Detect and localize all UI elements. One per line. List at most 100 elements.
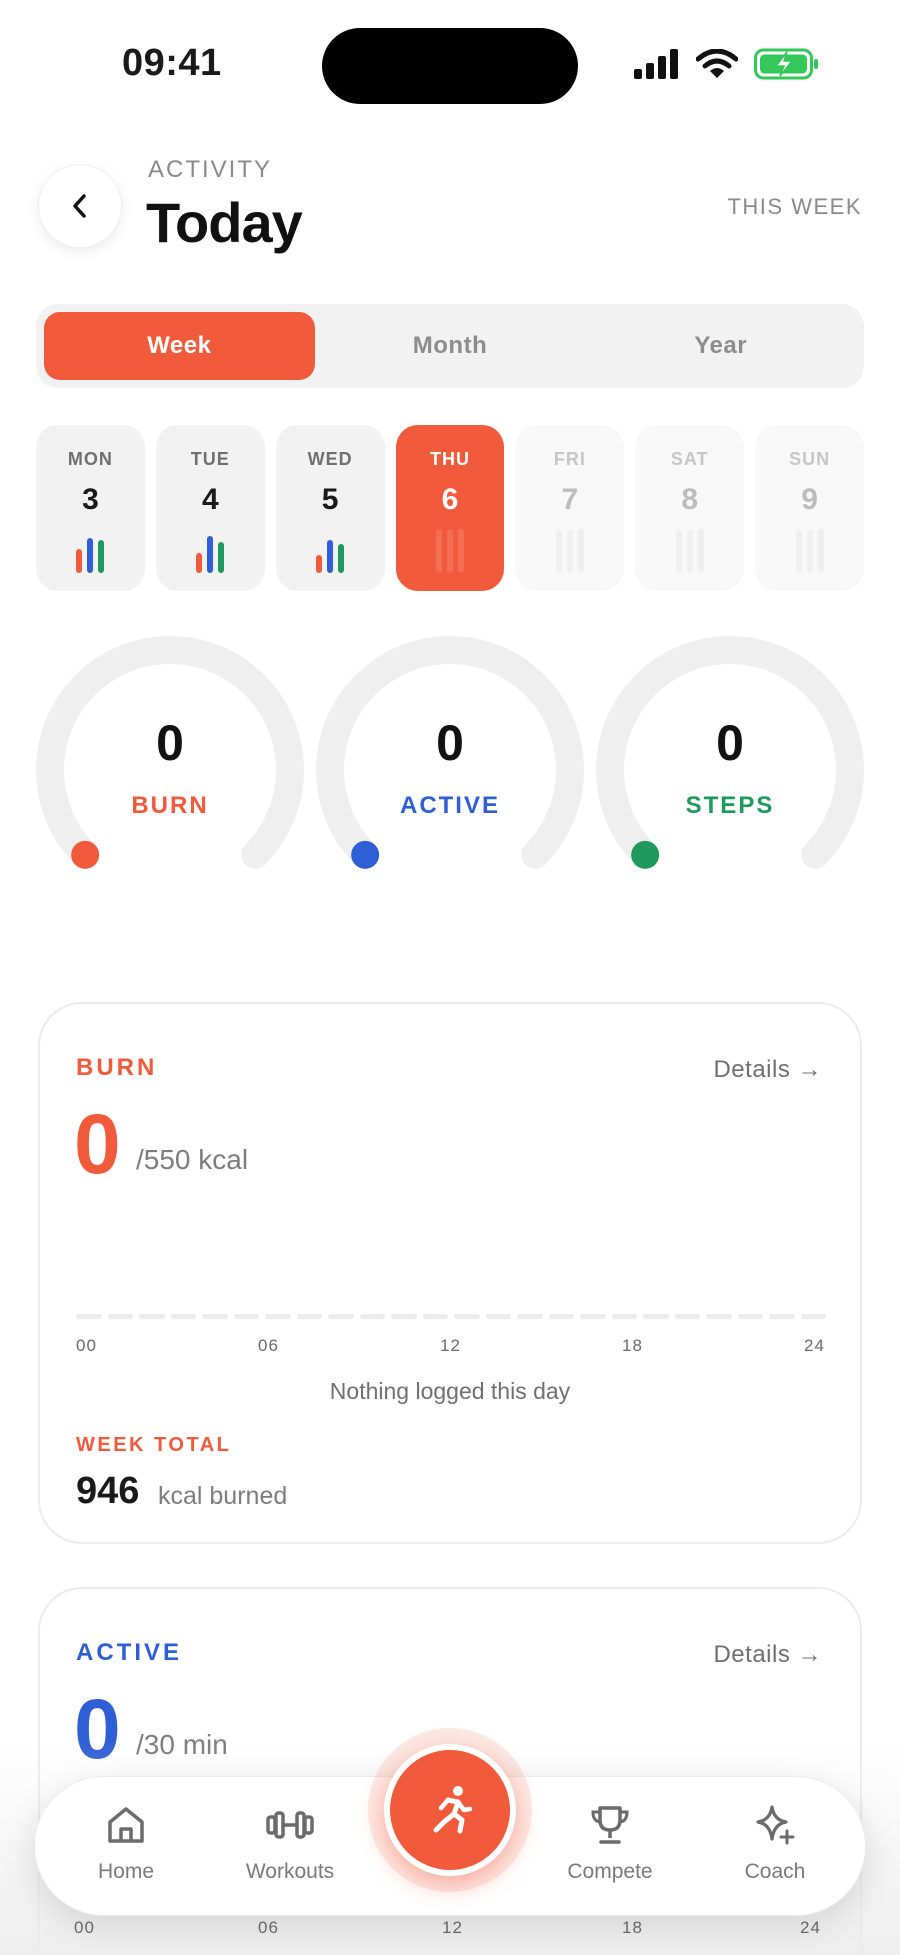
hour-segment xyxy=(139,1314,165,1319)
hour-segment xyxy=(706,1314,732,1319)
tick-label: 00 xyxy=(76,1336,97,1355)
status-time: 09:41 xyxy=(122,42,222,84)
ring-progress-dot xyxy=(351,840,380,869)
day-mini-bar xyxy=(98,540,105,573)
hour-segment xyxy=(769,1314,795,1319)
day-mini-bar xyxy=(556,529,562,573)
day-name: SUN xyxy=(789,449,831,469)
day-mini-bars xyxy=(36,529,145,573)
active-card-title: ACTIVE xyxy=(76,1639,183,1666)
day-mini-bar xyxy=(796,529,802,573)
hour-segment xyxy=(422,1314,448,1319)
active-ring[interactable]: 0 ACTIVE xyxy=(316,636,584,876)
hour-segment xyxy=(454,1314,480,1319)
day-number: 7 xyxy=(561,483,579,516)
day-tue[interactable]: TUE 4 xyxy=(155,425,265,591)
hour-segment xyxy=(800,1314,826,1319)
burn-value: 0 xyxy=(74,1097,121,1191)
day-mini-bar xyxy=(698,529,704,573)
active-time-axis: 00 06 12 18 24 xyxy=(74,1918,824,1942)
week-total-label: WEEK TOTAL xyxy=(76,1434,232,1456)
day-mini-bar xyxy=(447,529,453,573)
empty-state-message: Nothing logged this day xyxy=(329,1378,571,1404)
day-mini-bar xyxy=(338,544,345,573)
burn-ring[interactable]: 0 BURN xyxy=(36,636,304,876)
nav-home[interactable]: Home xyxy=(66,1803,186,1884)
day-wed[interactable]: WED 5 xyxy=(275,425,385,591)
hour-segment xyxy=(580,1314,606,1319)
tick-label: 06 xyxy=(258,1918,279,1937)
battery-charging-icon xyxy=(754,48,818,80)
burn-time-axis: 00 06 12 18 24 xyxy=(76,1336,826,1360)
day-sat[interactable]: SAT 8 xyxy=(635,425,745,591)
hour-segment xyxy=(328,1314,354,1319)
day-sun[interactable]: SUN 9 xyxy=(755,425,865,591)
day-mini-bars xyxy=(635,529,744,573)
start-workout-button[interactable] xyxy=(384,1744,516,1876)
day-number: 8 xyxy=(681,483,699,516)
burn-ring-value: 0 xyxy=(156,715,184,771)
steps-ring-value: 0 xyxy=(716,715,744,771)
day-mini-bars xyxy=(515,529,624,573)
hour-segment xyxy=(202,1314,228,1319)
day-number: 3 xyxy=(82,483,99,516)
trophy-icon xyxy=(591,1806,629,1844)
activity-rings: 0 BURN 0 ACTIVE 0 STEPS xyxy=(36,636,864,876)
tick-label: 00 xyxy=(74,1918,95,1937)
day-mini-bars xyxy=(755,529,864,573)
day-number: 5 xyxy=(321,483,339,516)
nav-compete[interactable]: Compete xyxy=(550,1803,670,1884)
day-mini-bars xyxy=(396,529,505,573)
burn-details-link[interactable]: Details → xyxy=(713,1056,822,1084)
period-segmented-control: Week Month Year xyxy=(36,304,864,388)
active-ring-value: 0 xyxy=(436,715,464,771)
hour-segment xyxy=(233,1314,259,1319)
steps-ring[interactable]: 0 STEPS xyxy=(596,636,864,876)
day-mini-bars xyxy=(156,529,265,573)
day-mini-bar xyxy=(436,529,442,573)
hour-segment xyxy=(265,1314,291,1319)
nav-coach[interactable]: Coach xyxy=(715,1803,835,1884)
sparkle-icon xyxy=(756,1805,795,1845)
day-thu[interactable]: THU 6 xyxy=(395,425,505,591)
day-number: 9 xyxy=(801,483,818,516)
day-mini-bar xyxy=(578,529,584,573)
tick-label: 06 xyxy=(258,1336,279,1355)
hour-segment xyxy=(296,1314,322,1319)
segment-week[interactable]: Week xyxy=(44,312,315,380)
segment-month[interactable]: Month xyxy=(315,312,586,380)
day-mini-bar xyxy=(567,529,573,573)
day-mini-bar xyxy=(818,529,824,573)
day-fri[interactable]: FRI 7 xyxy=(515,425,625,591)
nav-compete-label: Compete xyxy=(567,1860,653,1883)
dumbbell-icon xyxy=(266,1811,314,1839)
day-mon[interactable]: MON 3 xyxy=(36,425,145,591)
segment-year[interactable]: Year xyxy=(585,312,856,380)
day-name: TUE xyxy=(190,449,230,469)
tick-label: 24 xyxy=(804,1336,825,1355)
status-bar: 09:41 xyxy=(0,0,900,110)
this-week-link[interactable]: THIS WEEK xyxy=(727,194,862,220)
day-name: FRI xyxy=(553,449,586,469)
hour-segment xyxy=(674,1314,700,1319)
active-details-link[interactable]: Details → xyxy=(713,1641,822,1669)
day-strip: MON 3 TUE 4 WED 5 THU 6 FRI 7 SAT 8 SUN … xyxy=(36,425,865,591)
nav-home-label: Home xyxy=(97,1860,155,1883)
day-mini-bar xyxy=(218,542,225,573)
day-mini-bar xyxy=(807,529,813,573)
back-button[interactable] xyxy=(38,164,122,248)
page-title: Today xyxy=(146,191,303,254)
burn-goal: /550 kcal xyxy=(136,1144,249,1175)
hour-segment xyxy=(170,1314,196,1319)
wifi-icon xyxy=(696,49,738,78)
day-mini-bar xyxy=(87,538,94,573)
page-eyebrow: ACTIVITY xyxy=(148,156,273,183)
active-ring-label: ACTIVE xyxy=(399,792,500,819)
tick-label: 24 xyxy=(800,1918,821,1937)
cellular-signal-icon xyxy=(634,49,678,79)
burn-ring-label: BURN xyxy=(131,792,209,819)
day-number: 6 xyxy=(441,483,459,516)
hour-segment xyxy=(76,1314,102,1319)
day-mini-bar xyxy=(687,529,693,573)
nav-workouts[interactable]: Workouts xyxy=(230,1803,350,1884)
